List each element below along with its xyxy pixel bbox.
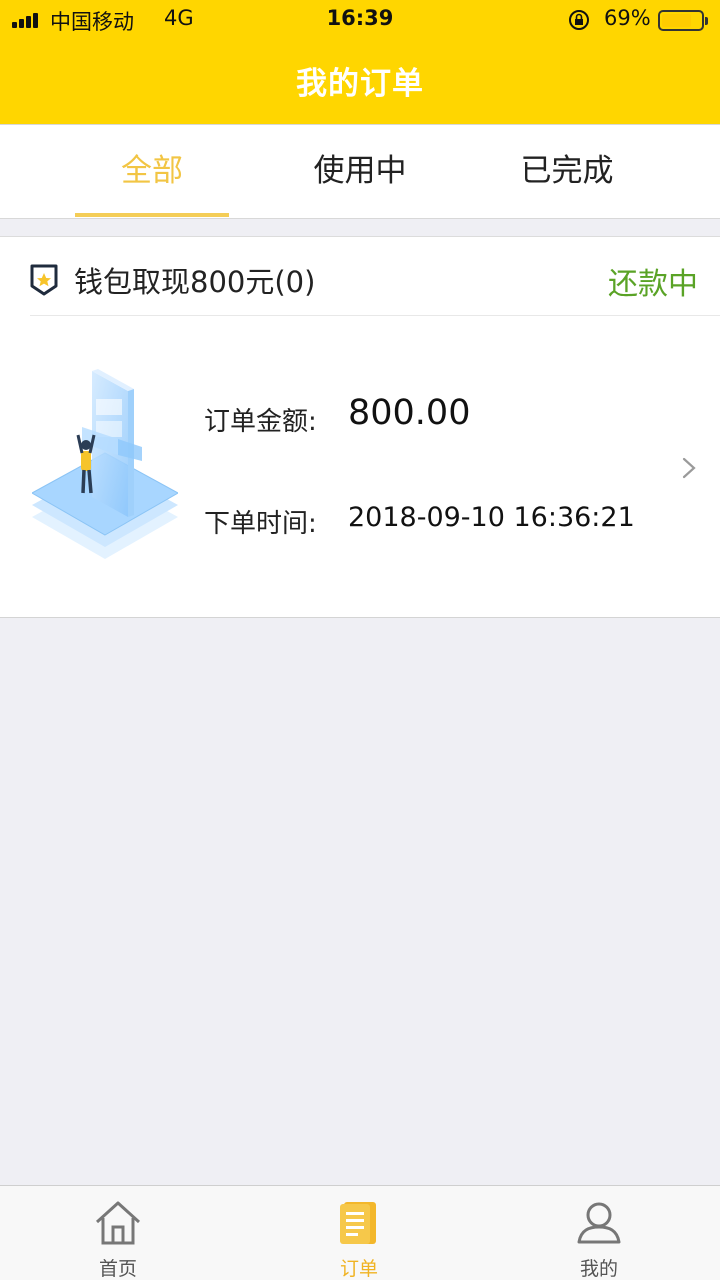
status-bar: 中国移动 4G 16:39 69% [0,0,720,40]
order-status: 还款中 [608,267,698,302]
nav-me-label: 我的 [579,1258,618,1280]
home-icon [95,1201,141,1245]
amount-label: 订单金额: [204,407,317,437]
nav-orders[interactable]: 订单 [279,1186,439,1280]
tab-all[interactable]: 全部 [72,125,232,218]
nav-home-label: 首页 [98,1258,137,1280]
user-icon [577,1202,621,1244]
tab-in-use[interactable]: 使用中 [280,125,440,218]
order-book-icon [340,1202,376,1244]
order-card[interactable]: 钱包取现800元(0) 还款中 订单金额: 800.00 下单时间: 2018-… [0,236,720,618]
order-time-label: 下单时间: [204,509,317,539]
active-tab-indicator [75,213,229,217]
nav-home[interactable]: 首页 [38,1186,198,1280]
bottom-nav: 首页 订单 我的 [0,1185,720,1280]
phone-illustration [32,369,178,559]
nav-me[interactable]: 我的 [519,1186,679,1280]
tab-completed[interactable]: 已完成 [487,125,647,218]
battery-percent: 69% [604,6,651,30]
order-card-header: 钱包取现800元(0) 还款中 [0,237,720,315]
nav-orders-label: 订单 [339,1258,378,1280]
shield-badge-icon [30,264,58,296]
battery-icon [658,10,708,31]
order-tabs: 全部 使用中 已完成 [0,124,720,219]
page-title: 我的订单 [296,66,424,102]
chevron-right-icon[interactable] [680,453,698,483]
order-time-value: 2018-09-10 16:36:21 [348,502,635,533]
order-name: 钱包取现800元(0) [74,265,316,299]
app-header: 中国移动 4G 16:39 69% 我的订单 [0,0,720,124]
amount-value: 800.00 [348,393,471,433]
orientation-lock-icon [569,10,589,30]
card-divider [30,315,720,316]
